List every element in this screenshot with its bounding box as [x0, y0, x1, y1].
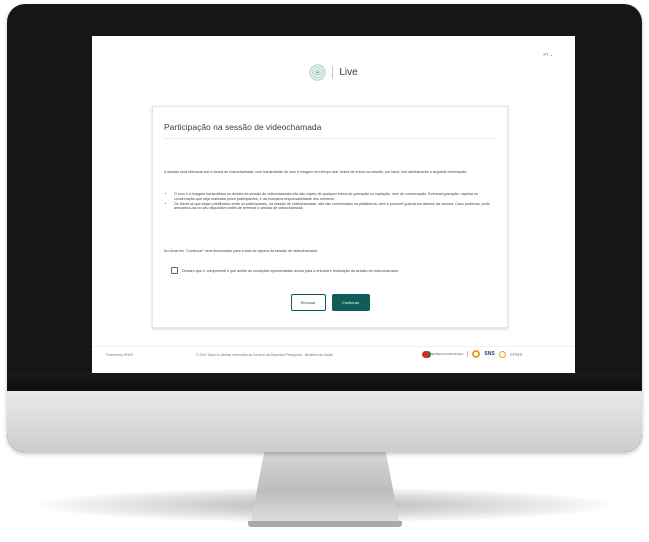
- language-selector[interactable]: PT ⌄: [543, 52, 553, 57]
- ministry-health-logo-icon: [472, 350, 481, 358]
- page-footer: Powered by SPMS © 2024 Todos os direitos…: [92, 346, 575, 373]
- monitor-stand-base: [248, 521, 402, 527]
- monitor-chin: [7, 391, 642, 452]
- continue-note: Ao clicar em "Continuar" será direcionad…: [164, 249, 318, 253]
- intro-text: A sessão será efetuada sob a forma de vi…: [164, 170, 467, 174]
- monitor-frame: PT ⌄ Live Participação na sessão de vide…: [7, 4, 642, 452]
- partner-logos: REPÚBLICA PORTUGUESA SNS SPMS: [422, 350, 522, 358]
- list-item: Os ficheiros que sejam partilhados entre…: [174, 202, 500, 211]
- spms-logo: SPMS: [509, 351, 523, 357]
- copyright-text: © 2024 Todos os direitos reservados ao G…: [196, 353, 333, 357]
- monitor-stand: [250, 448, 400, 526]
- republic-emblem-icon: [422, 350, 429, 358]
- info-list: O som e a imagem transmitidos no âmbito …: [169, 192, 500, 211]
- decline-button[interactable]: Recusar: [290, 294, 326, 311]
- logo-divider: [467, 351, 469, 357]
- list-item: O som e a imagem transmitidos no âmbito …: [174, 192, 500, 201]
- title-divider: [164, 138, 496, 139]
- powered-by-text: Powered by SPMS: [106, 353, 133, 357]
- page-title: Participação na sessão de videochamada: [164, 122, 322, 132]
- browser-screen: PT ⌄ Live Participação na sessão de vide…: [92, 36, 575, 373]
- spms-logo-icon: [498, 350, 506, 358]
- consent-label[interactable]: Declaro que li, compreendi e que aceito …: [182, 269, 399, 273]
- app-name: Live: [339, 66, 358, 78]
- consent-checkbox[interactable]: [171, 267, 178, 274]
- republic-logo: REPÚBLICA PORTUGUESA: [422, 350, 464, 358]
- button-row: Recusar Continuar: [153, 294, 507, 311]
- continue-button[interactable]: Continuar: [331, 294, 370, 311]
- logo-separator: [332, 65, 334, 79]
- consent-row: Declaro que li, compreendi e que aceito …: [171, 267, 399, 274]
- consent-card: Participação na sessão de videochamada A…: [152, 106, 508, 328]
- republic-logo-text: REPÚBLICA PORTUGUESA: [430, 352, 464, 356]
- sns-logo: SNS: [484, 351, 495, 357]
- monitor-bezel-bottom: [7, 372, 642, 392]
- globe-icon: [309, 63, 326, 81]
- app-logo: Live: [92, 62, 575, 82]
